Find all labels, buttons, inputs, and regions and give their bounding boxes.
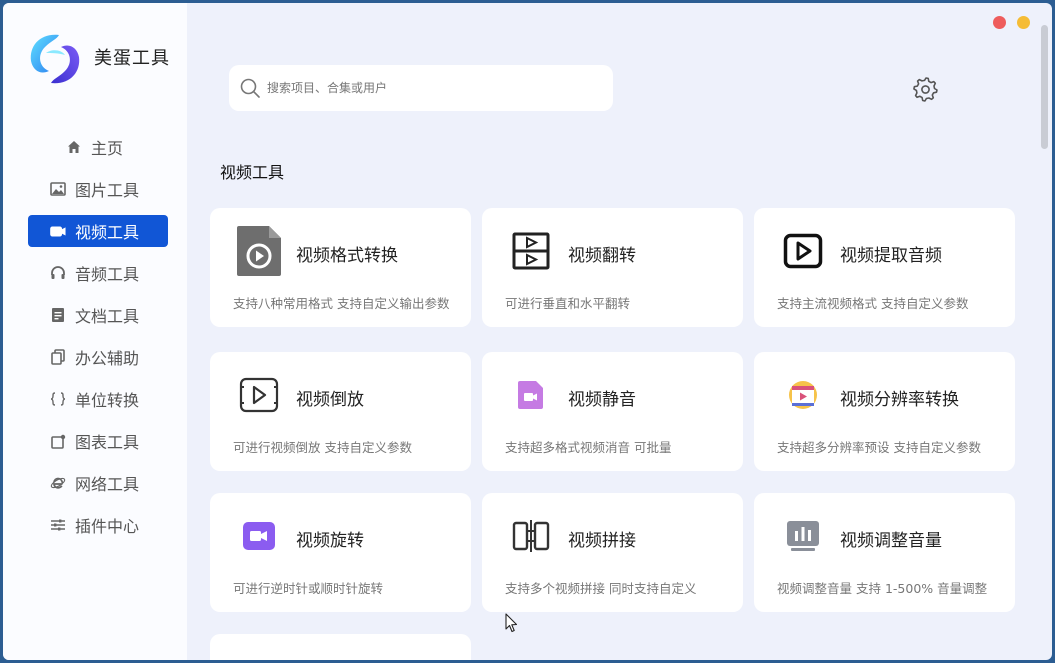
resolution-icon xyxy=(778,368,828,422)
tool-card-video-reverse[interactable]: 视频倒放 可进行视频倒放 支持自定义参数 xyxy=(210,352,471,471)
app-logo-icon xyxy=(30,34,80,84)
sidebar: 美蛋工具 主页 图片工具 视频工具 音频工具 文档工具 办公辅助 单位转换 图表… xyxy=(3,3,187,660)
search-icon xyxy=(240,78,260,98)
app-name: 美蛋工具 xyxy=(94,48,170,69)
window-controls xyxy=(993,16,1030,29)
sidebar-item-label: 插件中心 xyxy=(75,517,140,536)
tool-card-title: 视频拼接 xyxy=(568,531,636,551)
braces-icon xyxy=(50,391,66,407)
sidebar-item-home[interactable]: 主页 xyxy=(28,131,168,163)
reverse-play-icon xyxy=(234,368,284,422)
tool-card-desc: 可进行视频倒放 支持自定义参数 xyxy=(233,440,412,455)
sidebar-item-label: 图片工具 xyxy=(75,181,140,200)
sidebar-item-chart-tools[interactable]: 图表工具 xyxy=(28,425,168,457)
tool-card-desc: 支持八种常用格式 支持自定义输出参数 xyxy=(233,296,450,311)
sidebar-item-plugin-center[interactable]: 插件中心 xyxy=(28,509,168,541)
sliders-icon xyxy=(50,517,66,533)
splice-icon xyxy=(506,509,556,563)
tool-card-video-format-convert[interactable]: 视频格式转换 支持八种常用格式 支持自定义输出参数 xyxy=(210,208,471,327)
home-icon xyxy=(66,139,82,155)
tool-card-title: 视频静音 xyxy=(568,390,636,410)
tool-card-desc: 支持多个视频拼接 同时支持自定义 xyxy=(505,581,697,596)
tool-card-partial[interactable] xyxy=(210,634,471,660)
ie-icon xyxy=(50,475,66,491)
tool-card-video-resolution[interactable]: 视频分辨率转换 支持超多分辨率预设 支持自定义参数 xyxy=(754,352,1015,471)
mute-video-icon xyxy=(506,368,556,422)
tool-card-title: 视频翻转 xyxy=(568,246,636,266)
search-input[interactable] xyxy=(267,81,587,95)
mouse-cursor-icon xyxy=(505,613,518,633)
tool-card-video-extract-audio[interactable]: 视频提取音频 支持主流视频格式 支持自定义参数 xyxy=(754,208,1015,327)
tool-card-video-flip[interactable]: 视频翻转 可进行垂直和水平翻转 xyxy=(482,208,743,327)
sidebar-nav: 主页 图片工具 视频工具 音频工具 文档工具 办公辅助 单位转换 图表工具 网络… xyxy=(28,131,168,551)
sidebar-item-network-tools[interactable]: 网络工具 xyxy=(28,467,168,499)
headphones-icon xyxy=(50,265,66,281)
sidebar-item-audio-tools[interactable]: 音频工具 xyxy=(28,257,168,289)
sidebar-item-label: 办公辅助 xyxy=(75,349,140,368)
tool-card-title: 视频格式转换 xyxy=(296,246,398,266)
sidebar-item-label: 单位转换 xyxy=(75,391,140,410)
tool-card-desc: 可进行逆时针或顺时针旋转 xyxy=(233,581,384,596)
tool-card-desc: 视频调整音量 支持 1-500% 音量调整 xyxy=(777,581,988,596)
tool-card-title: 视频提取音频 xyxy=(840,246,942,266)
minimize-window-button[interactable] xyxy=(1017,16,1030,29)
tool-card-title: 视频旋转 xyxy=(296,531,364,551)
sidebar-item-office-assist[interactable]: 办公辅助 xyxy=(28,341,168,373)
tool-card-desc: 可进行垂直和水平翻转 xyxy=(505,296,631,311)
sidebar-item-label: 视频工具 xyxy=(75,223,140,242)
tool-card-video-splice[interactable]: 视频拼接 支持多个视频拼接 同时支持自定义 xyxy=(482,493,743,612)
sidebar-item-label: 网络工具 xyxy=(75,475,140,494)
sidebar-item-document-tools[interactable]: 文档工具 xyxy=(28,299,168,331)
rotate-video-icon xyxy=(234,509,284,563)
volume-bars-icon xyxy=(778,509,828,563)
tool-card-title: 视频调整音量 xyxy=(840,531,942,551)
close-window-button[interactable] xyxy=(993,16,1006,29)
tool-card-video-mute[interactable]: 视频静音 支持超多格式视频消音 可批量 xyxy=(482,352,743,471)
video-file-icon xyxy=(234,224,284,278)
tool-card-desc: 支持超多分辨率预设 支持自定义参数 xyxy=(777,440,981,455)
search-box[interactable] xyxy=(229,65,613,111)
tool-card-video-rotate[interactable]: 视频旋转 可进行逆时针或顺时针旋转 xyxy=(210,493,471,612)
tool-card-desc: 支持主流视频格式 支持自定义参数 xyxy=(777,296,969,311)
play-box-icon xyxy=(778,224,828,278)
vertical-scrollbar[interactable] xyxy=(1041,25,1048,149)
tool-card-video-volume[interactable]: 视频调整音量 视频调整音量 支持 1-500% 音量调整 xyxy=(754,493,1015,612)
sidebar-item-video-tools[interactable]: 视频工具 xyxy=(28,215,168,247)
tool-card-title: 视频倒放 xyxy=(296,390,364,410)
sidebar-item-image-tools[interactable]: 图片工具 xyxy=(28,173,168,205)
tool-card-desc: 支持超多格式视频消音 可批量 xyxy=(505,440,672,455)
sidebar-item-label: 音频工具 xyxy=(75,265,140,284)
image-icon xyxy=(50,181,66,197)
sidebar-item-unit-convert[interactable]: 单位转换 xyxy=(28,383,168,415)
tool-card-title: 视频分辨率转换 xyxy=(840,390,959,410)
video-icon xyxy=(50,223,66,239)
sidebar-item-label: 图表工具 xyxy=(75,433,140,452)
main-content: 视频工具 视频格式转换 支持八种常用格式 支持自定义输出参数 视频翻转 可进行垂… xyxy=(187,3,1052,660)
flip-icon xyxy=(506,224,556,278)
settings-gear-icon[interactable] xyxy=(912,75,940,103)
section-title: 视频工具 xyxy=(220,163,285,182)
sidebar-item-label: 文档工具 xyxy=(75,307,140,326)
sidebar-item-label: 主页 xyxy=(91,139,124,158)
chart-icon xyxy=(50,433,66,449)
app-window: 美蛋工具 主页 图片工具 视频工具 音频工具 文档工具 办公辅助 单位转换 图表… xyxy=(3,3,1052,660)
document-icon xyxy=(50,307,66,323)
copy-icon xyxy=(50,349,66,365)
